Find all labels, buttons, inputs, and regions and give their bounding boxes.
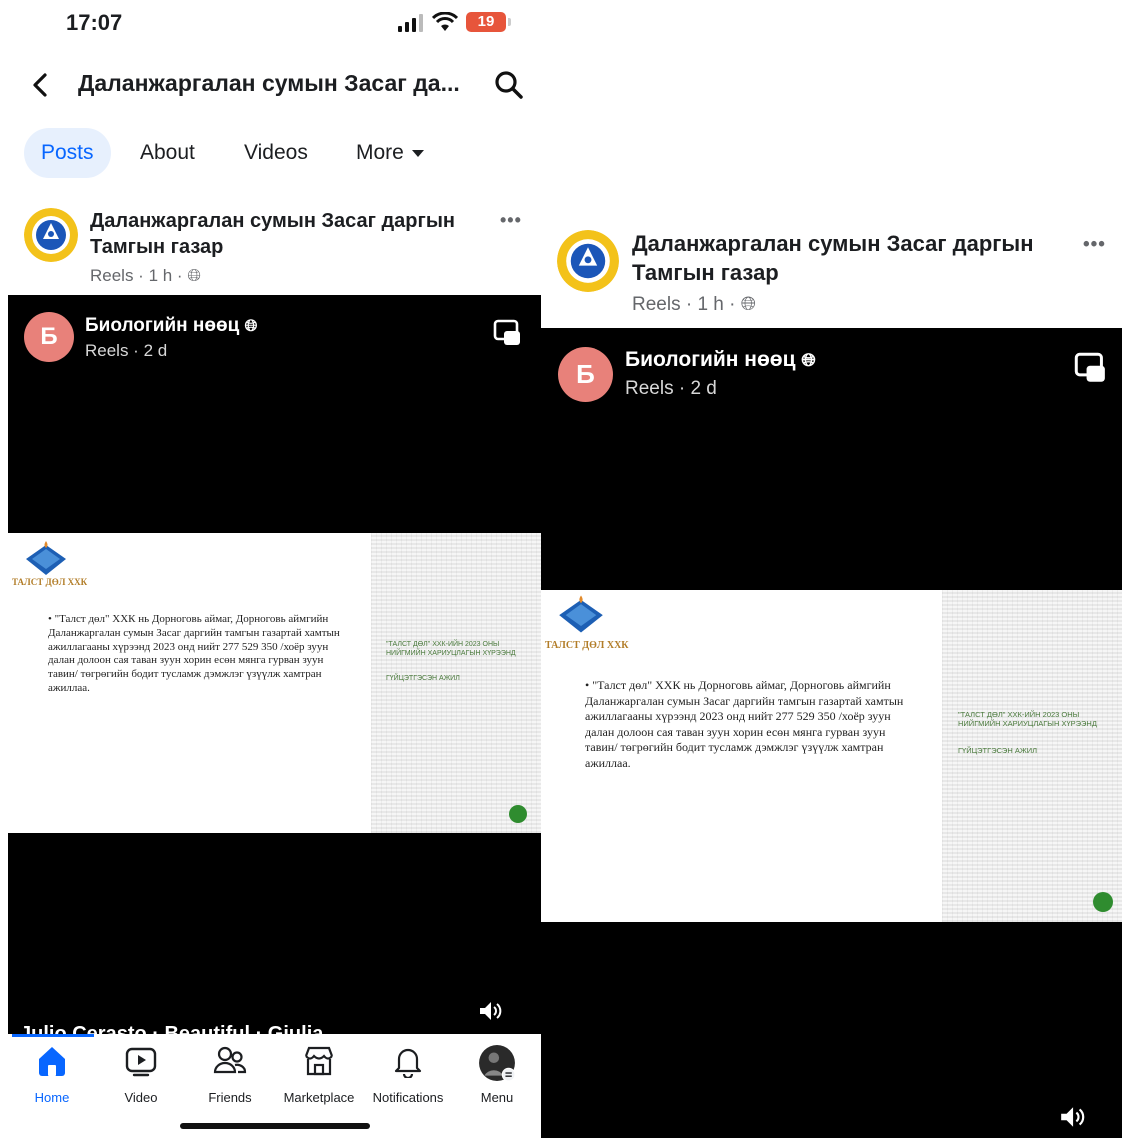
slide-body-text: • "Талст дөл" ХХК нь Дорноговь аймаг, До…	[48, 613, 340, 694]
nav-home[interactable]: Home	[7, 1044, 97, 1105]
tab-posts[interactable]: Posts	[24, 128, 111, 178]
post-meta: Reels · 1 h · 🌐︎	[632, 294, 756, 315]
reel-video[interactable]: Б Биологийн нөөц 🌐︎ Reels · 2 d ТАЛСТ ДӨ…	[541, 328, 1122, 1138]
page-name[interactable]: Даланжаргалан сумын Засаг даргын Тамгын …	[632, 230, 1034, 287]
page-logo[interactable]	[24, 208, 78, 262]
globe-icon: 🌐︎	[244, 318, 258, 335]
reel-author-name[interactable]: Биологийн нөөц 🌐︎	[85, 315, 257, 337]
slide-frame: ТАЛСТ ДӨЛ ХХК • "Талст дөл" ХХК нь Дорно…	[541, 590, 1122, 922]
nav-notifications[interactable]: Notifications	[363, 1044, 453, 1105]
slide-side-subtitle: ГҮЙЦЭТГЭСЭН АЖИЛ	[386, 675, 460, 682]
tab-about[interactable]: About	[140, 128, 195, 178]
reel-author-avatar[interactable]: Б	[558, 347, 613, 402]
slide-texture	[371, 533, 541, 833]
slide-side-title: "ТАЛСТ ДӨЛ" ХХК-ИЙН 2023 ОНЫ НИЙГМИЙН ХА…	[386, 641, 516, 657]
friends-icon	[213, 1046, 247, 1074]
reel-author-avatar[interactable]: Б	[24, 312, 74, 362]
right-screenshot: Даланжаргалан сумын Засаг даргын Тамгын …	[541, 0, 1122, 1138]
reel-video[interactable]: Б Биологийн нөөц 🌐︎ Reels · 2 d ТАЛСТ ДӨ…	[8, 295, 541, 1034]
caret-down-icon	[411, 149, 424, 157]
home-icon	[39, 1047, 65, 1076]
more-options-icon[interactable]: •••	[1083, 234, 1106, 256]
marketplace-icon	[304, 1046, 334, 1076]
battery-icon: 19	[466, 12, 506, 32]
brand-logo-icon	[559, 595, 603, 633]
reel-audio-caption: Julio Cerasto · Beautiful · Giulia	[20, 1023, 324, 1034]
slide-side-title: "ТАЛСТ ДӨЛ" ХХК-ИЙН 2023 ОНЫ НИЙГМИЙН ХА…	[958, 710, 1097, 729]
left-screenshot: 17:07 19 Даланжаргалан сумын Засаг да...…	[0, 0, 541, 1138]
back-arrow-icon[interactable]	[28, 72, 54, 98]
slide-texture	[942, 590, 1122, 922]
reel-meta: Reels · 2 d	[625, 378, 717, 399]
signal-icon	[398, 14, 423, 32]
reel-author-name[interactable]: Биологийн нөөц 🌐︎	[625, 348, 816, 372]
bell-icon	[394, 1048, 422, 1078]
picture-in-picture-icon[interactable]	[1074, 352, 1106, 384]
battery-tip	[508, 18, 511, 26]
battery-level: 19	[477, 13, 495, 30]
video-icon	[125, 1047, 157, 1077]
slide-side-subtitle: ГҮЙЦЭТГЭСЭН АЖИЛ	[958, 746, 1038, 755]
slide-brand: ТАЛСТ ДӨЛ ХХК	[12, 577, 88, 587]
page-name[interactable]: Даланжаргалан сумын Засаг даргын Тамгын …	[90, 208, 455, 260]
page-title: Даланжаргалан сумын Засаг да...	[78, 70, 460, 96]
picture-in-picture-icon[interactable]	[493, 319, 521, 347]
globe-icon: 🌐︎	[801, 350, 816, 370]
tab-videos[interactable]: Videos	[244, 128, 308, 178]
menu-avatar-icon	[479, 1045, 516, 1082]
reel-meta: Reels · 2 d	[85, 341, 168, 360]
slide-dot	[509, 805, 527, 823]
nav-marketplace[interactable]: Marketplace	[274, 1044, 364, 1105]
slide-brand: ТАЛСТ ДӨЛ ХХК	[545, 640, 629, 651]
more-options-icon[interactable]: •••	[500, 210, 522, 231]
nav-friends[interactable]: Friends	[185, 1044, 275, 1105]
status-bar: 17:07 19	[0, 0, 541, 44]
nav-menu[interactable]: Menu	[452, 1044, 541, 1105]
brand-logo-icon	[26, 541, 66, 575]
sound-icon[interactable]	[1059, 1104, 1085, 1130]
tab-more[interactable]: More	[356, 128, 424, 178]
nav-video[interactable]: Video	[96, 1044, 186, 1105]
globe-icon: 🌐︎	[740, 294, 756, 315]
home-indicator	[180, 1123, 370, 1129]
page-logo[interactable]	[557, 230, 619, 292]
globe-icon: 🌐︎	[187, 266, 201, 285]
post-meta: Reels · 1 h · 🌐︎	[90, 266, 201, 285]
slide-dot	[1093, 892, 1113, 912]
search-icon[interactable]	[494, 70, 524, 100]
page-header: Даланжаргалан сумын Засаг да...	[0, 60, 541, 110]
slide-body-text: • "Талст дөл" ХХК нь Дорноговь аймаг, До…	[585, 678, 904, 770]
sound-icon[interactable]	[478, 999, 502, 1023]
wifi-icon	[432, 12, 458, 31]
video-progress-bar	[12, 1034, 94, 1037]
slide-frame: ТАЛСТ ДӨЛ ХХК • "Талст дөл" ХХК нь Дорно…	[8, 533, 541, 833]
status-time: 17:07	[66, 10, 123, 35]
